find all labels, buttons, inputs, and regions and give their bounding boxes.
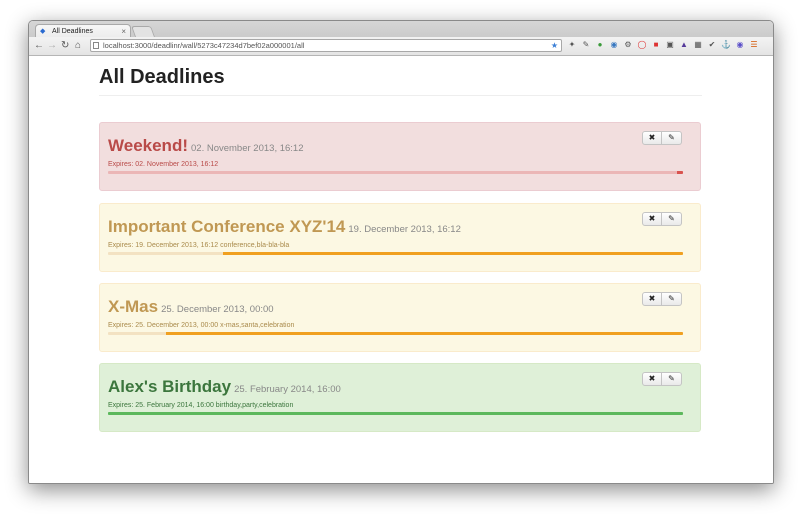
bookmark-star-icon[interactable]: ★: [551, 40, 558, 52]
deadline-date: 25. December 2013, 00:00: [161, 304, 274, 315]
reload-icon[interactable]: ↻: [61, 40, 69, 51]
home-icon[interactable]: ⌂: [75, 40, 81, 51]
deadline-expiry-text: Expires: 02. November 2013, 16:12: [108, 161, 219, 168]
forward-icon[interactable]: →: [47, 40, 57, 51]
stop-icon[interactable]: ■: [651, 39, 661, 50]
deadline-name: X-Mas: [108, 297, 159, 316]
progress-fill: [108, 412, 683, 415]
address-bar[interactable]: localhost:3000/deadlinr/wall/5273c47234d…: [90, 39, 562, 52]
page-content: All Deadlines Weekend! 02. November 2013,…: [29, 56, 773, 483]
deadline-date: 19. December 2013, 16:12: [348, 224, 461, 235]
new-tab-button[interactable]: [130, 26, 156, 37]
progress-fill: [223, 252, 683, 255]
deadline-actions: ✖ ✎: [642, 212, 682, 226]
back-icon[interactable]: ←: [34, 40, 44, 51]
deadline-expiry-text: Expires: 25. February 2014, 16:00 birthd…: [108, 402, 294, 409]
url-text: localhost:3000/deadlinr/wall/5273c47234d…: [103, 41, 305, 50]
close-icon: ✖: [648, 133, 656, 142]
close-icon: ✖: [648, 214, 656, 223]
delete-button[interactable]: ✖: [642, 212, 662, 226]
deadline-actions: ✖ ✎: [642, 292, 682, 306]
delete-button[interactable]: ✖: [642, 372, 662, 386]
pencil-icon: ✎: [668, 374, 675, 383]
page-icon: [93, 42, 99, 49]
pencil-ext-icon[interactable]: ✎: [581, 39, 591, 50]
deadline-progress-bar: [108, 171, 683, 174]
edit-button[interactable]: ✎: [662, 292, 682, 306]
python-icon[interactable]: ◉: [609, 39, 619, 50]
close-icon: ✖: [648, 294, 656, 303]
leaf-icon[interactable]: ●: [595, 39, 605, 50]
page-title: All Deadlines: [99, 66, 225, 88]
edit-button[interactable]: ✎: [662, 212, 682, 226]
folder-icon[interactable]: ▲: [679, 39, 689, 50]
tab-strip: ◆ All Deadlines ×: [29, 21, 773, 38]
browser-toolbar: ← → ↻ ⌂ localhost:3000/deadlinr/wall/527…: [29, 37, 773, 56]
browser-window: ◆ All Deadlines × ← → ↻ ⌂ localhost:3000…: [28, 20, 774, 484]
deadline-card: Important Conference XYZ'14 19. December …: [99, 203, 701, 272]
deadline-header: Alex's Birthday 25. February 2014, 16:00: [108, 377, 341, 397]
deadline-header: X-Mas 25. December 2013, 00:00: [108, 297, 274, 317]
browser-tab[interactable]: ◆ All Deadlines ×: [35, 24, 131, 38]
deadline-card: Alex's Birthday 25. February 2014, 16:00 E…: [99, 363, 701, 432]
progress-fill: [677, 171, 683, 174]
deadline-actions: ✖ ✎: [642, 131, 682, 145]
pencil-icon: ✎: [668, 294, 675, 303]
deadline-expiry-text: Expires: 19. December 2013, 16:12 confer…: [108, 242, 290, 249]
deadline-card: X-Mas 25. December 2013, 00:00 Expires: 25…: [99, 283, 701, 352]
pencil-icon: ✎: [668, 214, 675, 223]
delete-button[interactable]: ✖: [642, 131, 662, 145]
deadline-progress-bar: [108, 252, 683, 255]
deadline-date: 25. February 2014, 16:00: [234, 384, 341, 395]
deadline-name: Weekend!: [108, 136, 188, 155]
puzzle-icon[interactable]: ✦: [567, 39, 577, 50]
edit-button[interactable]: ✎: [662, 131, 682, 145]
gear-ext-icon[interactable]: ⚙: [623, 39, 633, 50]
deadline-progress-bar: [108, 332, 683, 335]
progress-fill: [165, 332, 683, 335]
close-icon: ✖: [648, 374, 656, 383]
opera-icon[interactable]: ◯: [637, 39, 647, 50]
grid-icon[interactable]: ▦: [693, 39, 703, 50]
tab-title: All Deadlines: [52, 28, 93, 35]
wrench-icon[interactable]: ✔: [707, 39, 717, 50]
menu-icon[interactable]: ☰: [749, 39, 759, 50]
edit-button[interactable]: ✎: [662, 372, 682, 386]
deadline-progress-bar: [108, 412, 683, 415]
delete-button[interactable]: ✖: [642, 292, 662, 306]
anchor-icon[interactable]: ⚓: [721, 39, 731, 50]
title-divider: [99, 95, 702, 96]
globe-icon[interactable]: ◉: [735, 39, 745, 50]
pencil-icon: ✎: [668, 133, 675, 142]
deadline-date: 02. November 2013, 16:12: [191, 143, 304, 154]
deadline-actions: ✖ ✎: [642, 372, 682, 386]
deadline-name: Alex's Birthday: [108, 377, 232, 396]
extension-icons: ✦ ✎ ● ◉ ⚙ ◯ ■ ▣ ▲ ▦ ✔ ⚓ ◉ ☰: [567, 39, 759, 50]
deadline-expiry-text: Expires: 25. December 2013, 00:00 x-mas,…: [108, 322, 295, 329]
screen-icon[interactable]: ▣: [665, 39, 675, 50]
deadline-card: Weekend! 02. November 2013, 16:12 Expires:…: [99, 122, 701, 191]
deadline-header: Weekend! 02. November 2013, 16:12: [108, 136, 304, 156]
deadline-header: Important Conference XYZ'14 19. December …: [108, 217, 461, 237]
deadline-name: Important Conference XYZ'14: [108, 217, 346, 236]
favicon-icon: ◆: [40, 28, 46, 35]
